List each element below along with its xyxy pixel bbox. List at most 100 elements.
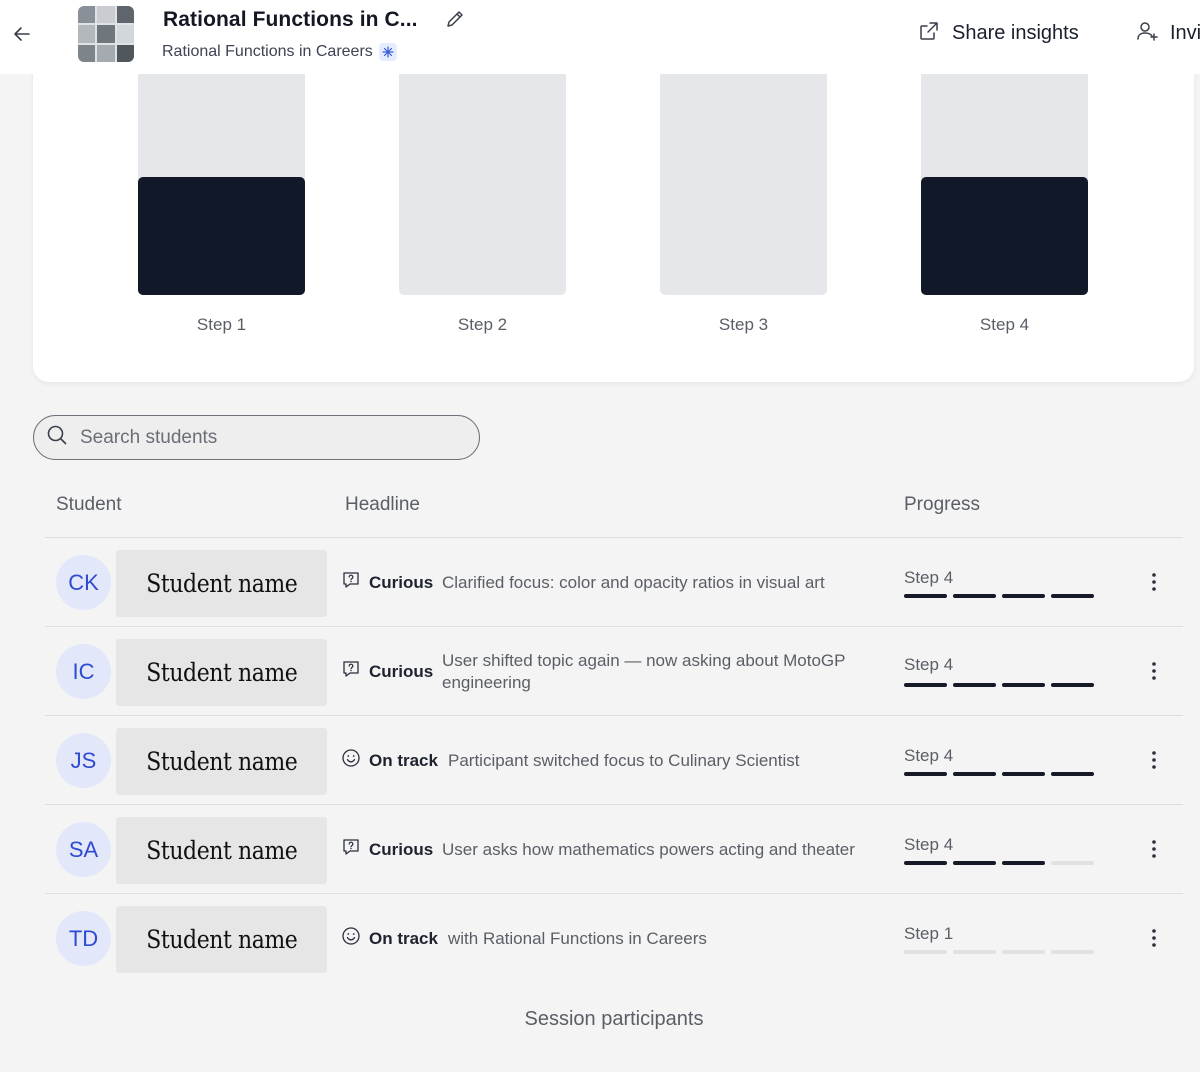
share-insights-button[interactable]: Share insights — [918, 20, 1079, 47]
progress-step-label: Step 4 — [904, 746, 954, 765]
progress-segment — [904, 950, 947, 954]
step-bar-chart: Step 1 Step 2 Step 3 Step 4 — [138, 40, 1088, 334]
progress-segment — [1051, 950, 1094, 954]
subtitle-row: Rational Functions in Careers — [162, 43, 397, 61]
table-row[interactable]: TD Student name On track with Rational Func… — [45, 893, 1183, 982]
progress-segment — [1002, 683, 1045, 687]
x-tick-label: Step 3 — [719, 315, 768, 334]
students-table: CK Student name Curious Clarified focus: co… — [45, 537, 1183, 982]
progress-bar — [904, 861, 1094, 865]
status-label: Curious — [369, 572, 434, 592]
x-tick-label: Step 2 — [458, 315, 507, 334]
progress-segment — [904, 594, 947, 598]
question-bubble-icon — [341, 837, 361, 862]
progress-bar — [904, 683, 1094, 687]
student-name-label: Student name — [145, 747, 298, 776]
status-label: Curious — [369, 839, 434, 859]
status-indicator: On track — [341, 716, 438, 805]
progress-bar — [904, 950, 1094, 954]
progress-segment — [904, 772, 947, 776]
avatar: IC — [56, 644, 111, 699]
page-subtitle: Rational Functions in Careers — [162, 43, 373, 60]
headline-text: Participant switched focus to Culinary S… — [448, 750, 800, 770]
avatar: SA — [56, 822, 111, 877]
pencil-icon[interactable] — [444, 8, 466, 30]
student-name: Student name — [116, 728, 327, 795]
sparkle-icon — [378, 43, 397, 61]
student-name: Student name — [116, 550, 327, 617]
x-tick-label: Step 4 — [980, 315, 1029, 334]
student-name-label: Student name — [145, 658, 298, 687]
table-row[interactable]: JS Student name On track Participant switch… — [45, 715, 1183, 804]
progress-segment — [1051, 683, 1094, 687]
smiley-icon — [341, 748, 361, 773]
invite-button[interactable]: Invi — [1136, 20, 1200, 47]
progress-step-label: Step 4 — [904, 655, 954, 674]
table-row[interactable]: SA Student name Curious User asks how mathe… — [45, 804, 1183, 893]
bar-track-3 — [660, 40, 827, 295]
progress-segment — [1051, 594, 1094, 598]
progress-segment — [904, 861, 947, 865]
status-indicator: Curious — [341, 538, 433, 627]
table-row[interactable]: CK Student name Curious Clarified focus: co… — [45, 537, 1183, 626]
progress-segment — [953, 594, 996, 598]
table-row[interactable]: IC Student name Curious User shifted topic … — [45, 626, 1183, 715]
progress-segment — [1002, 950, 1045, 954]
bar-track-2 — [399, 40, 566, 295]
progress-step-label: Step 4 — [904, 568, 954, 587]
search-bar[interactable] — [33, 415, 480, 460]
more-options-icon[interactable] — [1141, 658, 1167, 684]
column-header-headline: Headline — [345, 494, 420, 515]
status-label: On track — [369, 750, 438, 770]
more-options-icon[interactable] — [1141, 836, 1167, 862]
bar-4 — [921, 177, 1088, 295]
avatar: CK — [56, 555, 111, 610]
column-header-progress: Progress — [904, 494, 981, 515]
question-bubble-icon — [341, 570, 361, 595]
progress-segment — [1002, 772, 1045, 776]
avatar: TD — [56, 911, 111, 966]
student-name: Student name — [116, 906, 327, 973]
smiley-icon — [341, 926, 361, 951]
more-options-icon[interactable] — [1141, 925, 1167, 951]
progress-segment — [953, 772, 996, 776]
headline-text: with Rational Functions in Careers — [448, 928, 707, 948]
progress-segment — [1002, 594, 1045, 598]
bar-1 — [138, 177, 305, 295]
invite-label: Invi — [1170, 22, 1200, 44]
status-indicator: Curious — [341, 805, 433, 894]
share-insights-label: Share insights — [952, 22, 1079, 44]
progress-step-label: Step 4 — [904, 835, 954, 854]
progress-bar — [904, 772, 1094, 776]
session-participants-label: Session participants — [524, 1008, 704, 1030]
student-name-label: Student name — [145, 569, 298, 598]
progress-segment — [953, 950, 996, 954]
progress-segment — [904, 683, 947, 687]
progress-segment — [953, 683, 996, 687]
headline-text: User asks how mathematics powers acting … — [442, 839, 855, 859]
student-name-label: Student name — [145, 925, 298, 954]
more-options-icon[interactable] — [1141, 747, 1167, 773]
status-indicator: Curious — [341, 627, 433, 716]
search-input[interactable] — [80, 426, 460, 449]
headline-text: User shifted topic again — now asking ab… — [442, 650, 846, 692]
activity-thumbnail — [78, 6, 134, 62]
progress-bar — [904, 594, 1094, 598]
column-header-student: Student — [56, 494, 122, 515]
progress-step-label: Step 1 — [904, 924, 954, 943]
search-icon — [46, 424, 68, 451]
status-indicator: On track — [341, 894, 438, 983]
page-title: Rational Functions in C... — [163, 8, 418, 31]
question-bubble-icon — [341, 659, 361, 684]
external-link-icon — [918, 20, 940, 47]
more-options-icon[interactable] — [1141, 569, 1167, 595]
progress-segment — [1051, 772, 1094, 776]
back-arrow-icon[interactable] — [8, 20, 36, 48]
student-name: Student name — [116, 817, 327, 884]
progress-segment — [953, 861, 996, 865]
status-label: Curious — [369, 661, 434, 681]
student-name-label: Student name — [145, 836, 298, 865]
step-chart-card: Step 1 Step 2 Step 3 Step 4 — [33, 40, 1194, 382]
avatar: JS — [56, 733, 111, 788]
add-user-icon — [1136, 20, 1160, 47]
